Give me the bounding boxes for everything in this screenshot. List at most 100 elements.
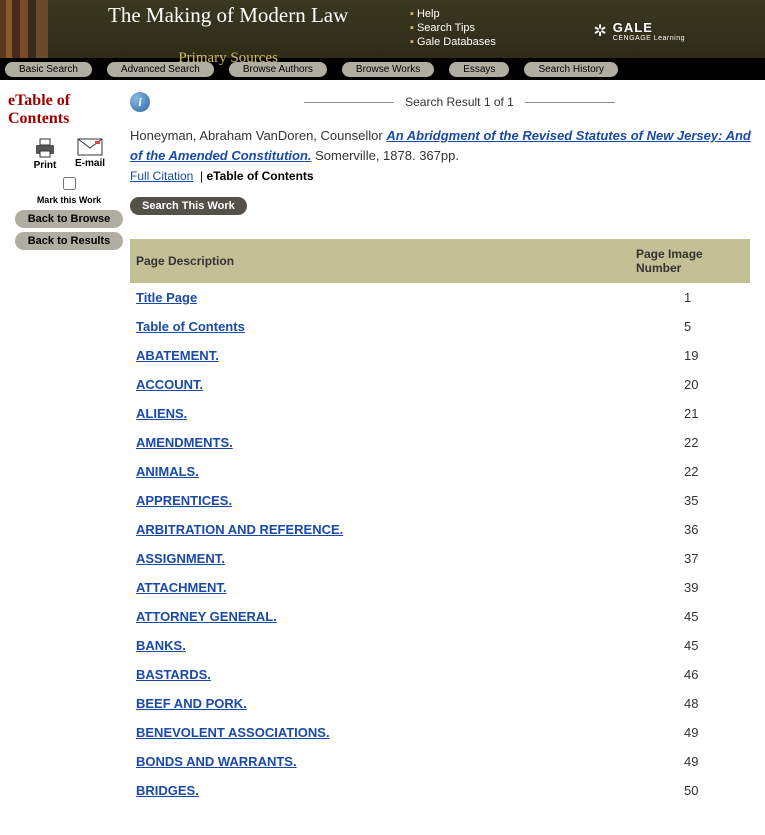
toc-desc-link[interactable]: ATTACHMENT. bbox=[136, 580, 227, 595]
toc-page-num: 46 bbox=[630, 660, 750, 689]
citation-block: Honeyman, Abraham VanDoren, Counsellor A… bbox=[130, 126, 757, 165]
nav-basic-search[interactable]: Basic Search bbox=[5, 62, 92, 77]
toc-desc-link[interactable]: ARBITRATION AND REFERENCE. bbox=[136, 522, 343, 537]
toc-table: Page Description Page Image Number Title… bbox=[130, 239, 750, 805]
toc-desc-link[interactable]: ASSIGNMENT. bbox=[136, 551, 225, 566]
table-row: BANKS. 45 bbox=[130, 631, 750, 660]
toc-desc-link[interactable]: BENEVOLENT ASSOCIATIONS. bbox=[136, 725, 330, 740]
toc-desc-link[interactable]: AMENDMENTS. bbox=[136, 435, 233, 450]
full-citation-link[interactable]: Full Citation bbox=[130, 169, 193, 183]
banner-title: The Making of Modern Law bbox=[108, 0, 348, 48]
citation-pp: 367pp. bbox=[419, 148, 459, 163]
table-row: APPRENTICES. 35 bbox=[130, 486, 750, 515]
table-row: ACCOUNT. 20 bbox=[130, 370, 750, 399]
gale-databases-link[interactable]: Gale Databases bbox=[417, 36, 496, 48]
toc-page-num: 36 bbox=[630, 515, 750, 544]
banner-help-links: Help Search Tips Gale Databases bbox=[410, 8, 496, 50]
banner-books-image bbox=[0, 0, 48, 58]
print-label: Print bbox=[34, 160, 57, 171]
table-row: Title Page 1 bbox=[130, 283, 750, 312]
citation-links: Full Citation | eTable of Contents bbox=[130, 169, 757, 183]
help-link[interactable]: Help bbox=[417, 8, 440, 20]
search-tips-link[interactable]: Search Tips bbox=[417, 22, 475, 34]
toc-page-num: 21 bbox=[630, 399, 750, 428]
toc-page-num: 5 bbox=[630, 312, 750, 341]
table-row: AMENDMENTS. 22 bbox=[130, 428, 750, 457]
back-to-results-button[interactable]: Back to Results bbox=[15, 232, 123, 250]
toc-desc-link[interactable]: ANIMALS. bbox=[136, 464, 199, 479]
mark-label: Mark this Work bbox=[37, 195, 101, 205]
toc-page-num: 19 bbox=[630, 341, 750, 370]
banner-subtitle: Primary Sources bbox=[108, 50, 348, 67]
table-row: ASSIGNMENT. 37 bbox=[130, 544, 750, 573]
citation-year: 1878 bbox=[383, 148, 412, 163]
toc-desc-link[interactable]: ALIENS. bbox=[136, 406, 187, 421]
gale-logo: ✲ GALE CENGAGE Learning bbox=[593, 20, 685, 42]
sidebar-title: eTable of Contents bbox=[8, 92, 130, 128]
toc-desc-link[interactable]: Title Page bbox=[136, 290, 197, 305]
toc-desc-link[interactable]: ACCOUNT. bbox=[136, 377, 203, 392]
nav-search-history[interactable]: Search History bbox=[524, 62, 618, 77]
table-row: BEEF AND PORK. 48 bbox=[130, 689, 750, 718]
result-line: i Search Result 1 of 1 bbox=[130, 92, 757, 112]
search-this-work-button[interactable]: Search This Work bbox=[130, 197, 247, 215]
nav-browse-works[interactable]: Browse Works bbox=[342, 62, 434, 77]
tool-row: Print E-mail bbox=[8, 138, 130, 171]
info-icon[interactable]: i bbox=[130, 92, 150, 112]
table-row: ARBITRATION AND REFERENCE. 36 bbox=[130, 515, 750, 544]
toc-desc-link[interactable]: Table of Contents bbox=[136, 319, 245, 334]
toc-desc-link[interactable]: APPRENTICES. bbox=[136, 493, 232, 508]
result-count-text: Search Result 1 of 1 bbox=[405, 95, 514, 109]
toc-page-num: 22 bbox=[630, 428, 750, 457]
email-label: E-mail bbox=[75, 158, 105, 169]
toc-page-num: 35 bbox=[630, 486, 750, 515]
divider-left bbox=[304, 102, 394, 103]
table-row: ALIENS. 21 bbox=[130, 399, 750, 428]
printer-icon bbox=[33, 138, 57, 158]
toc-desc-link[interactable]: ABATEMENT. bbox=[136, 348, 219, 363]
mark-this-work[interactable]: Mark this Work bbox=[8, 177, 130, 205]
toc-page-num: 48 bbox=[630, 689, 750, 718]
back-to-browse-button[interactable]: Back to Browse bbox=[15, 210, 123, 228]
toc-page-num: 50 bbox=[630, 776, 750, 805]
banner: The Making of Modern Law Primary Sources… bbox=[0, 0, 765, 58]
divider-right bbox=[525, 102, 615, 103]
toc-desc-link[interactable]: BONDS AND WARRANTS. bbox=[136, 754, 297, 769]
mark-checkbox[interactable] bbox=[63, 177, 76, 190]
toc-page-num: 20 bbox=[630, 370, 750, 399]
table-row: ATTORNEY GENERAL.45 bbox=[130, 602, 750, 631]
toc-desc-link[interactable]: BASTARDS. bbox=[136, 667, 211, 682]
table-row: ATTACHMENT. 39 bbox=[130, 573, 750, 602]
etoc-current: eTable of Contents bbox=[206, 169, 313, 183]
toc-desc-link[interactable]: BEEF AND PORK. bbox=[136, 696, 247, 711]
nav-essays[interactable]: Essays bbox=[449, 62, 509, 77]
toc-desc-link[interactable]: ATTORNEY GENERAL. bbox=[136, 609, 277, 624]
gale-logo-text: GALE bbox=[613, 20, 653, 35]
toc-page-num: 37 bbox=[630, 544, 750, 573]
table-row: BASTARDS. 46 bbox=[130, 660, 750, 689]
table-row: ABATEMENT. 19 bbox=[130, 341, 750, 370]
toc-desc-link[interactable]: BANKS. bbox=[136, 638, 186, 653]
email-button[interactable]: E-mail bbox=[75, 138, 105, 171]
result-text-wrap: Search Result 1 of 1 bbox=[162, 95, 757, 109]
gale-logo-subtext: CENGAGE Learning bbox=[613, 35, 685, 42]
toc-page-num: 45 bbox=[630, 631, 750, 660]
toc-page-num: 39 bbox=[630, 573, 750, 602]
table-row: BRIDGES. 50 bbox=[130, 776, 750, 805]
print-button[interactable]: Print bbox=[33, 138, 57, 171]
toc-page-num: 49 bbox=[630, 718, 750, 747]
sidebar: eTable of Contents Print E-mail bbox=[0, 92, 130, 805]
main: eTable of Contents Print E-mail bbox=[0, 80, 765, 825]
toc-desc-link[interactable]: BRIDGES. bbox=[136, 783, 199, 798]
toc-page-num: 1 bbox=[630, 283, 750, 312]
citation-place: Somerville bbox=[315, 148, 376, 163]
table-row: Table of Contents 5 bbox=[130, 312, 750, 341]
envelope-icon bbox=[77, 138, 103, 156]
toc-page-num: 22 bbox=[630, 457, 750, 486]
citation-author: Honeyman, Abraham VanDoren, Counsellor bbox=[130, 128, 383, 143]
table-row: BENEVOLENT ASSOCIATIONS. 49 bbox=[130, 718, 750, 747]
toc-page-num: 49 bbox=[630, 747, 750, 776]
toc-col-desc: Page Description bbox=[130, 239, 630, 283]
banner-title-block: The Making of Modern Law Primary Sources bbox=[108, 0, 348, 67]
toc-col-page: Page Image Number bbox=[630, 239, 750, 283]
